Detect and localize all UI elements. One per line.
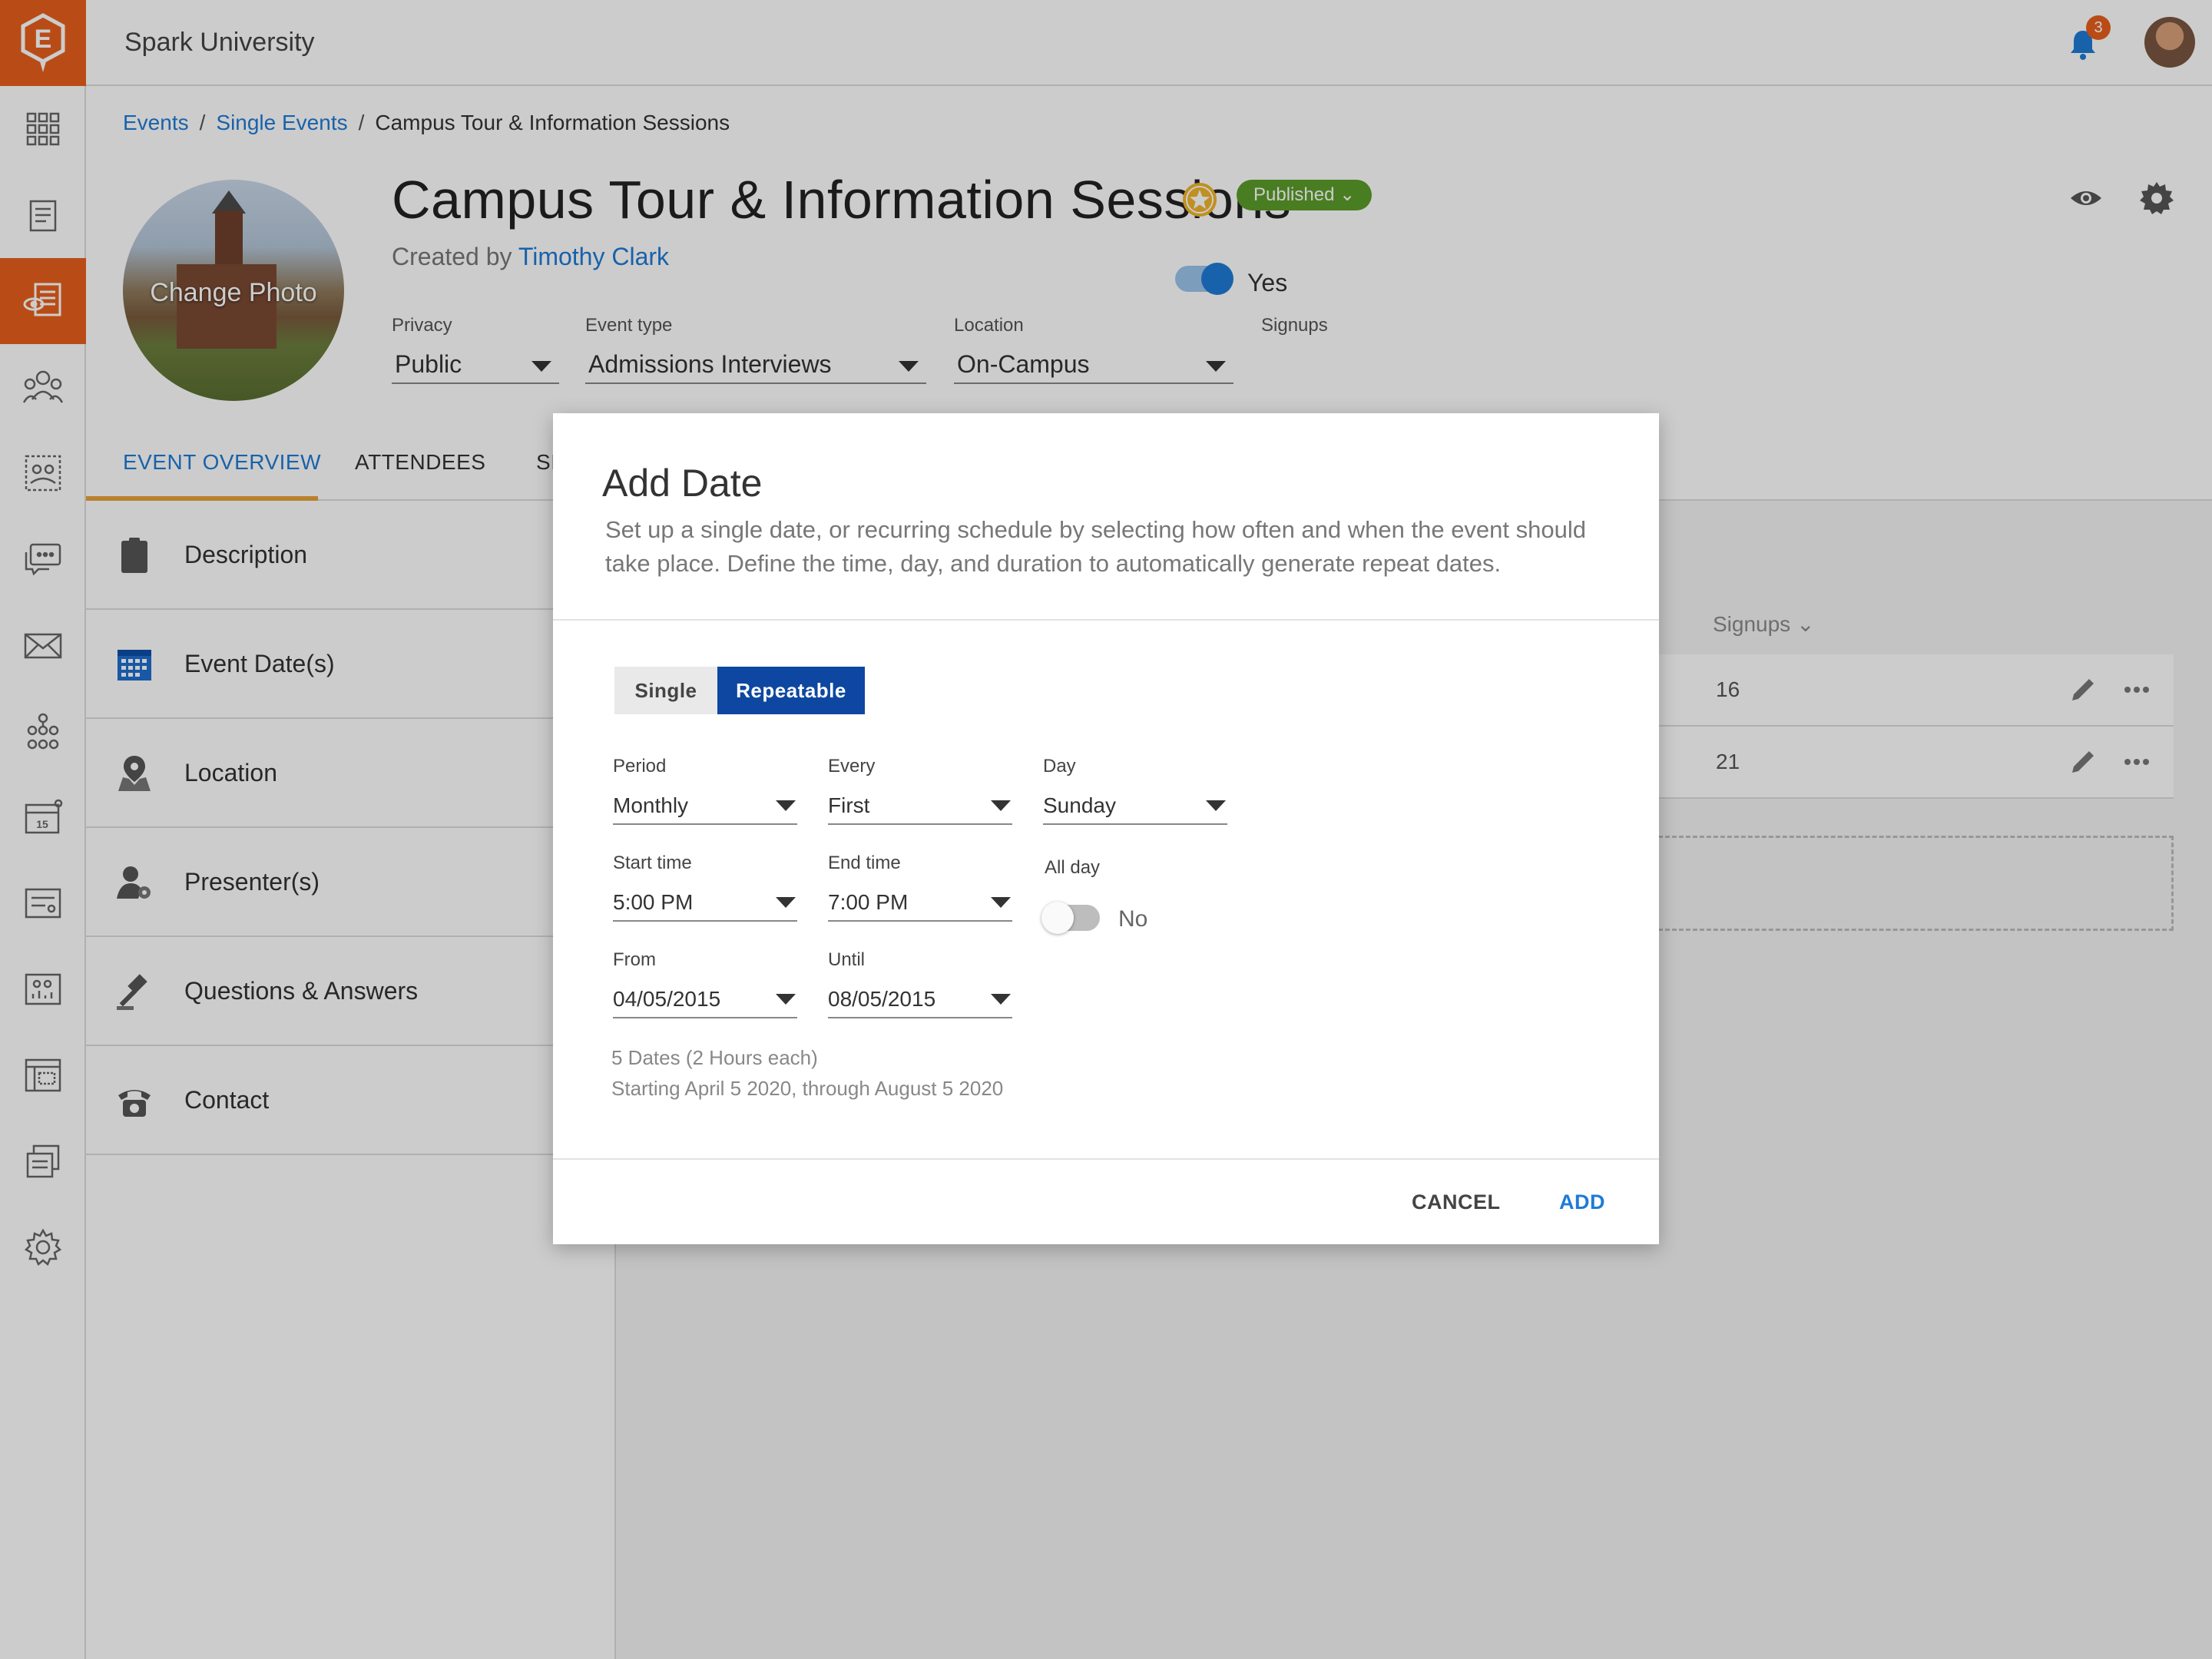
- caret-down-icon: [776, 994, 796, 1005]
- end-time-value: 7:00 PM: [828, 890, 909, 914]
- caret-down-icon: [991, 994, 1011, 1005]
- repeatable-toggle-button[interactable]: Repeatable: [717, 667, 865, 714]
- all-day-label: All day: [1045, 857, 1101, 878]
- from-label: From: [613, 949, 656, 970]
- every-select[interactable]: First: [828, 790, 1012, 825]
- day-select[interactable]: Sunday: [1043, 790, 1227, 825]
- dialog-description: Set up a single date, or recurring sched…: [605, 516, 1586, 577]
- day-value: Sunday: [1043, 793, 1116, 817]
- day-label: Day: [1043, 756, 1076, 777]
- end-time-select[interactable]: 7:00 PM: [828, 886, 1012, 922]
- schedule-summary-range: Starting April 5 2020, through August 5 …: [611, 1077, 1004, 1100]
- day-field[interactable]: Day Sunday: [1043, 756, 1227, 825]
- every-value: First: [828, 793, 870, 817]
- all-day-toggle[interactable]: [1041, 902, 1100, 934]
- end-time-field[interactable]: End time 7:00 PM: [828, 853, 1012, 922]
- schedule-summary-count: 5 Dates (2 Hours each): [611, 1046, 818, 1069]
- dialog-title: Add Date: [602, 462, 763, 505]
- caret-down-icon: [991, 897, 1011, 908]
- until-label: Until: [828, 949, 866, 970]
- divider: [553, 619, 1659, 621]
- every-field[interactable]: Every First: [828, 756, 1012, 825]
- add-date-dialog: Add Date Set up a single date, or recurr…: [553, 413, 1659, 1244]
- from-value: 04/05/2015: [613, 987, 721, 1011]
- period-value: Monthly: [613, 793, 689, 817]
- cancel-button[interactable]: CANCEL: [1412, 1190, 1501, 1214]
- until-date-field[interactable]: Until 08/05/2015: [828, 949, 1012, 1018]
- from-select[interactable]: 04/05/2015: [613, 983, 797, 1018]
- period-select[interactable]: Monthly: [613, 790, 797, 825]
- period-field[interactable]: Period Monthly: [613, 756, 797, 825]
- all-day-field: All day: [1045, 857, 1229, 879]
- caret-down-icon: [776, 800, 796, 811]
- start-time-label: Start time: [613, 853, 692, 873]
- caret-down-icon: [776, 897, 796, 908]
- end-time-label: End time: [828, 853, 901, 873]
- toggle-knob: [1041, 902, 1074, 934]
- start-time-select[interactable]: 5:00 PM: [613, 886, 797, 922]
- caret-down-icon: [991, 800, 1011, 811]
- period-label: Period: [613, 756, 667, 777]
- add-button[interactable]: ADD: [1559, 1190, 1605, 1214]
- single-toggle-button[interactable]: Single: [614, 667, 717, 714]
- from-date-field[interactable]: From 04/05/2015: [613, 949, 797, 1018]
- until-select[interactable]: 08/05/2015: [828, 983, 1012, 1018]
- divider: [553, 1158, 1659, 1160]
- until-value: 08/05/2015: [828, 987, 936, 1011]
- start-time-value: 5:00 PM: [613, 890, 694, 914]
- start-time-field[interactable]: Start time 5:00 PM: [613, 853, 797, 922]
- every-label: Every: [828, 756, 876, 777]
- all-day-value: No: [1118, 906, 1148, 932]
- caret-down-icon: [1206, 800, 1226, 811]
